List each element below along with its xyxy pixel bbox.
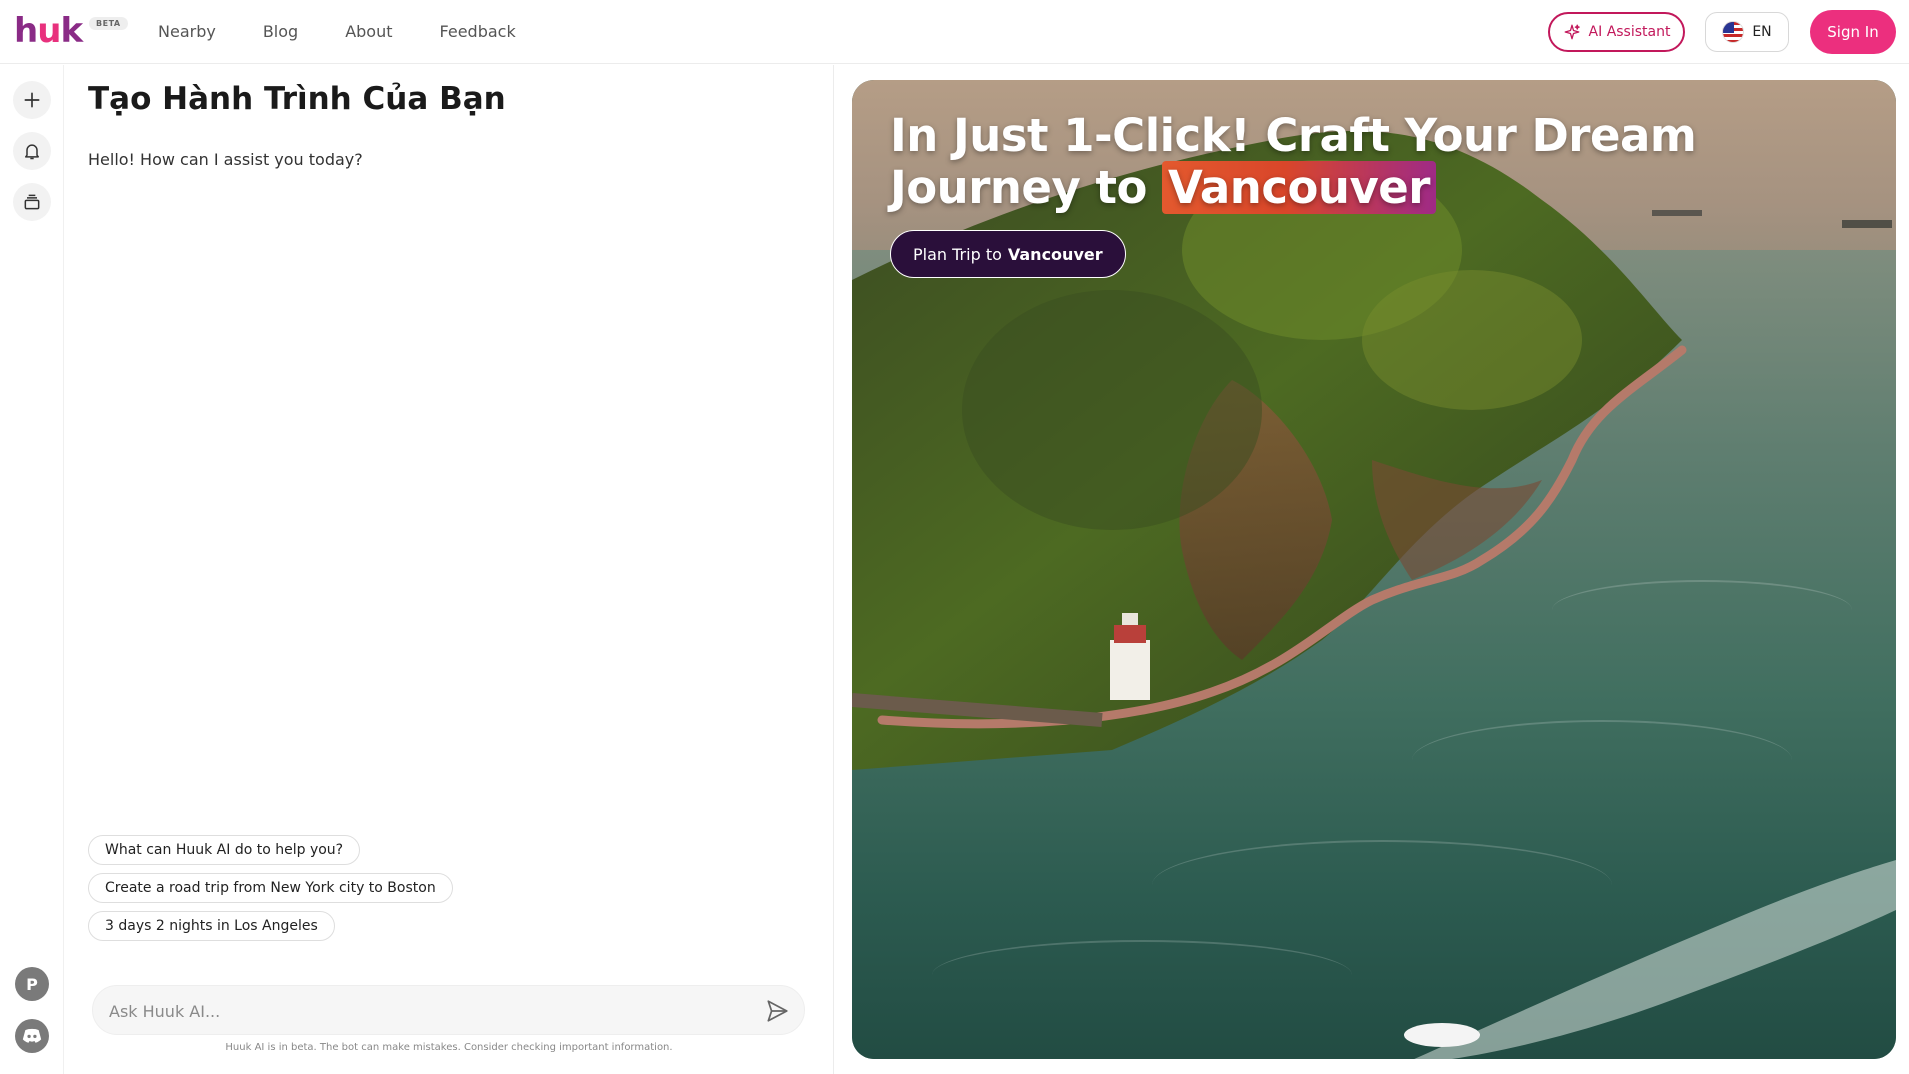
chat-panel: Tạo Hành Trình Của Bạn Hello! How can I …	[64, 65, 834, 1074]
us-flag-icon	[1722, 21, 1745, 43]
wave-decoration	[1552, 580, 1852, 640]
nav-feedback[interactable]: Feedback	[440, 20, 516, 44]
discord-glyph-icon	[22, 1028, 42, 1043]
nav-about[interactable]: About	[345, 20, 392, 44]
new-chat-button[interactable]	[13, 81, 51, 119]
beta-disclaimer: Huuk AI is in beta. The bot can make mis…	[225, 1042, 673, 1053]
nav-nearby[interactable]: Nearby	[158, 20, 216, 44]
hero-title: In Just 1-Click! Craft Your Dream Journe…	[890, 109, 1697, 214]
p-badge-icon[interactable]: P	[15, 967, 49, 1001]
wave-decoration	[1412, 720, 1792, 800]
plan-trip-label: Plan Trip to	[913, 244, 1002, 264]
side-rail: P	[0, 65, 64, 1074]
chat-input-container	[92, 985, 805, 1035]
history-button[interactable]	[13, 183, 51, 221]
page-title: Tạo Hành Trình Của Bạn	[88, 81, 506, 117]
hero-title-highlight: Vancouver	[1162, 161, 1436, 214]
sparkle-icon	[1564, 24, 1580, 40]
suggestion-chip[interactable]: Create a road trip from New York city to…	[88, 873, 453, 903]
discord-icon[interactable]	[15, 1019, 49, 1053]
suggestion-list: What can Huuk AI do to help you? Create …	[88, 835, 453, 941]
hero-title-line1: In Just 1-Click! Craft Your Dream	[890, 109, 1697, 162]
beta-badge: BETA	[89, 17, 128, 30]
main-nav: Nearby Blog About Feedback	[158, 20, 563, 44]
huuk-logo[interactable]: huk	[14, 12, 83, 50]
language-label: EN	[1752, 24, 1772, 40]
assistant-greeting: Hello! How can I assist you today?	[88, 150, 363, 169]
top-header: huk BETA Nearby Blog About Feedback AI A…	[0, 0, 1909, 64]
chat-input[interactable]	[109, 998, 739, 1024]
sign-in-button[interactable]: Sign In	[1810, 10, 1896, 54]
ai-assistant-label: AI Assistant	[1588, 24, 1671, 40]
plus-icon	[24, 92, 40, 108]
nav-blog[interactable]: Blog	[263, 20, 298, 44]
wave-decoration	[1152, 840, 1612, 930]
language-selector[interactable]: EN	[1705, 12, 1789, 52]
hero-banner: In Just 1-Click! Craft Your Dream Journe…	[852, 80, 1896, 1059]
notifications-button[interactable]	[13, 132, 51, 170]
wave-decoration	[932, 940, 1352, 1010]
plan-trip-city: Vancouver	[1007, 244, 1103, 264]
plan-trip-button[interactable]: Plan Trip to Vancouver	[890, 230, 1126, 278]
hero-title-line2: Journey to	[890, 161, 1163, 214]
bell-icon	[25, 144, 39, 160]
suggestion-chip[interactable]: 3 days 2 nights in Los Angeles	[88, 911, 335, 941]
stack-icon	[24, 194, 40, 210]
ai-assistant-button[interactable]: AI Assistant	[1548, 12, 1685, 52]
suggestion-chip[interactable]: What can Huuk AI do to help you?	[88, 835, 361, 865]
send-icon[interactable]	[764, 998, 790, 1024]
